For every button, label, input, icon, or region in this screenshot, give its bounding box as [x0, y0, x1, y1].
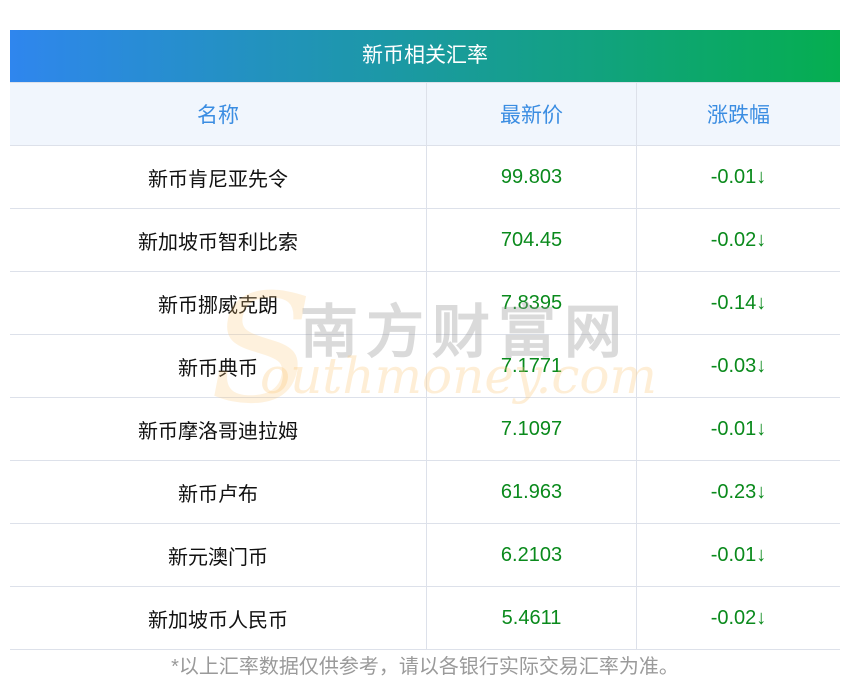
- latest-price: 7.1097: [426, 397, 637, 461]
- price-change: -0.01↓: [636, 145, 840, 209]
- latest-price: 99.803: [426, 145, 637, 209]
- currency-pair-name[interactable]: 新币典币: [10, 334, 427, 398]
- latest-price: 6.2103: [426, 523, 637, 587]
- table-header-row: 名称 最新价 涨跌幅: [10, 82, 840, 146]
- currency-pair-name[interactable]: 新币挪威克朗: [10, 271, 427, 335]
- column-header-change: 涨跌幅: [636, 82, 840, 146]
- table-title: 新币相关汇率: [10, 30, 840, 82]
- price-change: -0.23↓: [636, 460, 840, 524]
- table-row: 新币肯尼亚先令 99.803 -0.01↓: [10, 145, 840, 209]
- price-change: -0.02↓: [636, 586, 840, 650]
- latest-price: 5.4611: [426, 586, 637, 650]
- exchange-rate-table: 名称 最新价 涨跌幅 新币肯尼亚先令 99.803 -0.01↓ 新加坡币智利比索 70…: [10, 82, 840, 650]
- table-row: 新币典币 7.1771 -0.03↓: [10, 334, 840, 398]
- table-row: 新加坡币人民币 5.4611 -0.02↓: [10, 586, 840, 650]
- latest-price: 61.963: [426, 460, 637, 524]
- price-change: -0.01↓: [636, 523, 840, 587]
- price-change: -0.02↓: [636, 208, 840, 272]
- table-row: 新元澳门币 6.2103 -0.01↓: [10, 523, 840, 587]
- price-change: -0.01↓: [636, 397, 840, 461]
- price-change: -0.03↓: [636, 334, 840, 398]
- currency-pair-name[interactable]: 新币卢布: [10, 460, 427, 524]
- price-change: -0.14↓: [636, 271, 840, 335]
- disclaimer-footnote: *以上汇率数据仅供参考，请以各银行实际交易汇率为准。: [171, 656, 679, 678]
- latest-price: 7.8395: [426, 271, 637, 335]
- table-row: 新加坡币智利比索 704.45 -0.02↓: [10, 208, 840, 272]
- currency-pair-name[interactable]: 新币肯尼亚先令: [10, 145, 427, 209]
- currency-pair-name[interactable]: 新币摩洛哥迪拉姆: [10, 397, 427, 461]
- currency-pair-name[interactable]: 新加坡币智利比索: [10, 208, 427, 272]
- exchange-rate-table-card: 新币相关汇率 名称 最新价 涨跌幅 新币肯尼亚先令 99.803 -0.01↓ 新加坡…: [10, 30, 840, 650]
- table-row: 新币卢布 61.963 -0.23↓: [10, 460, 840, 524]
- table-row: 新币挪威克朗 7.8395 -0.14↓: [10, 271, 840, 335]
- latest-price: 7.1771: [426, 334, 637, 398]
- currency-pair-name[interactable]: 新元澳门币: [10, 523, 427, 587]
- column-header-price: 最新价: [426, 82, 637, 146]
- column-header-name: 名称: [10, 82, 427, 146]
- latest-price: 704.45: [426, 208, 637, 272]
- currency-pair-name[interactable]: 新加坡币人民币: [10, 586, 427, 650]
- table-row: 新币摩洛哥迪拉姆 7.1097 -0.01↓: [10, 397, 840, 461]
